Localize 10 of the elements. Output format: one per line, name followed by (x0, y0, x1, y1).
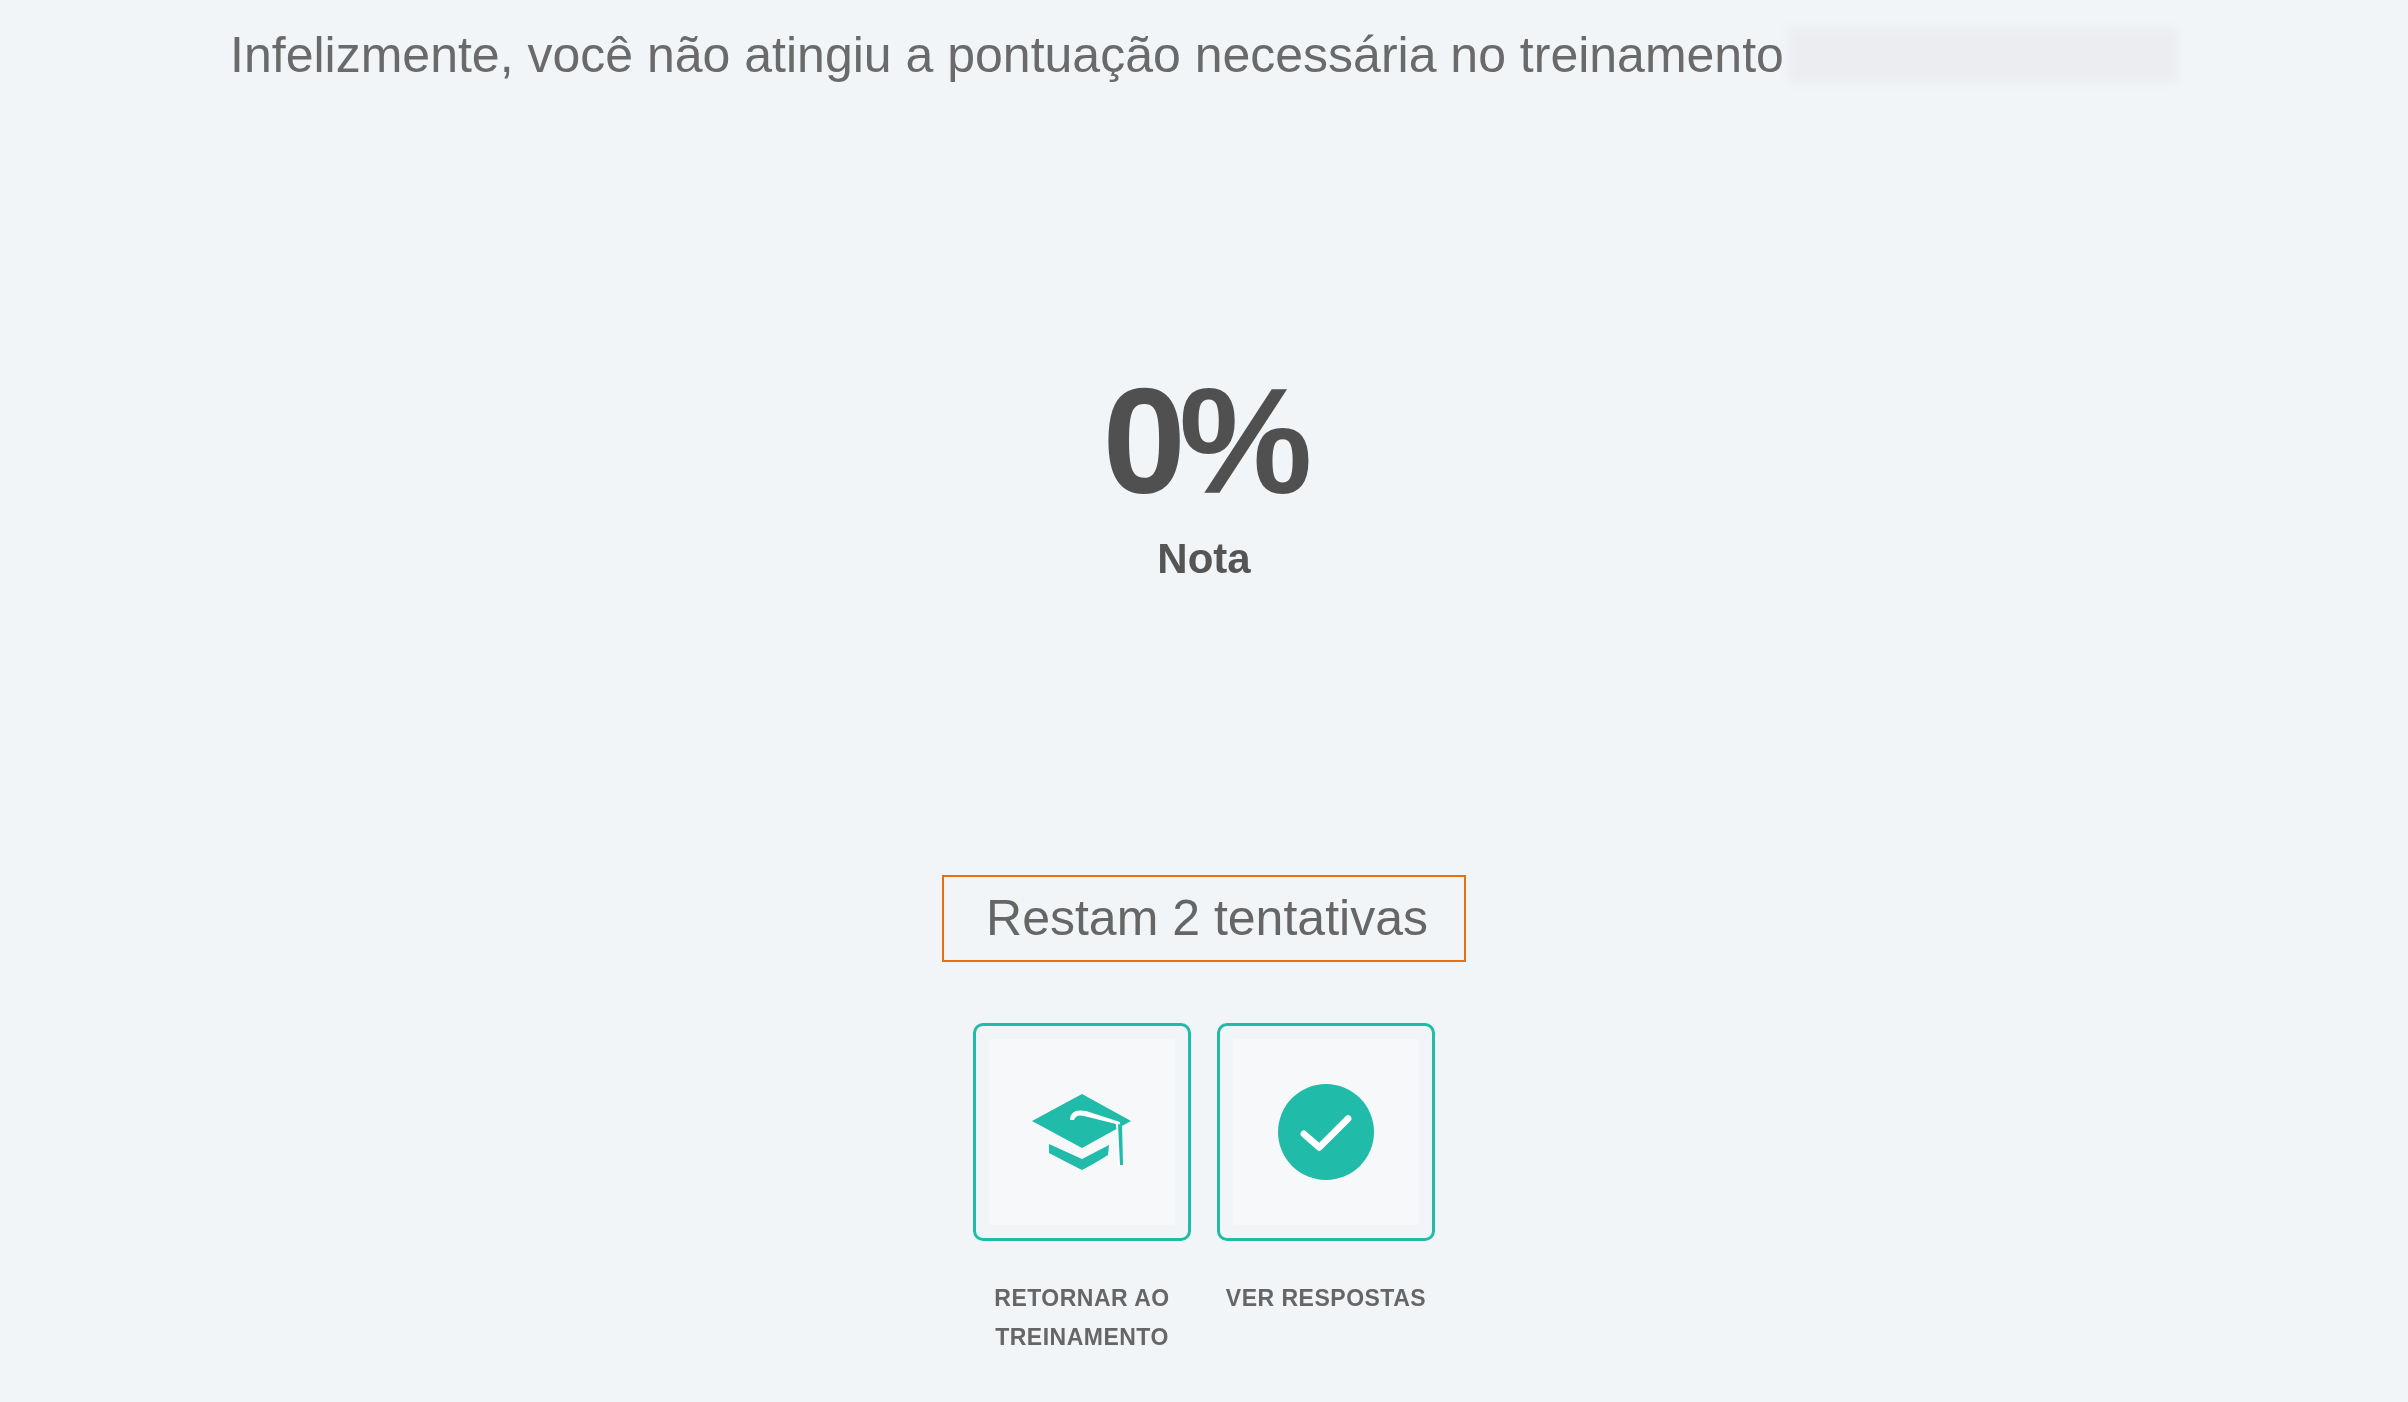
training-button[interactable] (973, 1023, 1191, 1241)
action-caption: RETORNAR AO TREINAMENTO (993, 1284, 1171, 1352)
action-caption: VER RESPOSTAS (1225, 1284, 1427, 1313)
attempts-remaining: Restam 2 tentativas (942, 875, 1466, 962)
check-circle-icon (1278, 1084, 1374, 1180)
score-value: 0% (1102, 366, 1306, 516)
graduation-cap-icon (1032, 1093, 1132, 1171)
score-label: Nota (1157, 538, 1251, 580)
answers-button[interactable] (1217, 1023, 1435, 1241)
result-message: Infelizmente, você não atingiu a pontuação necessária no treinamento (230, 26, 1784, 85)
